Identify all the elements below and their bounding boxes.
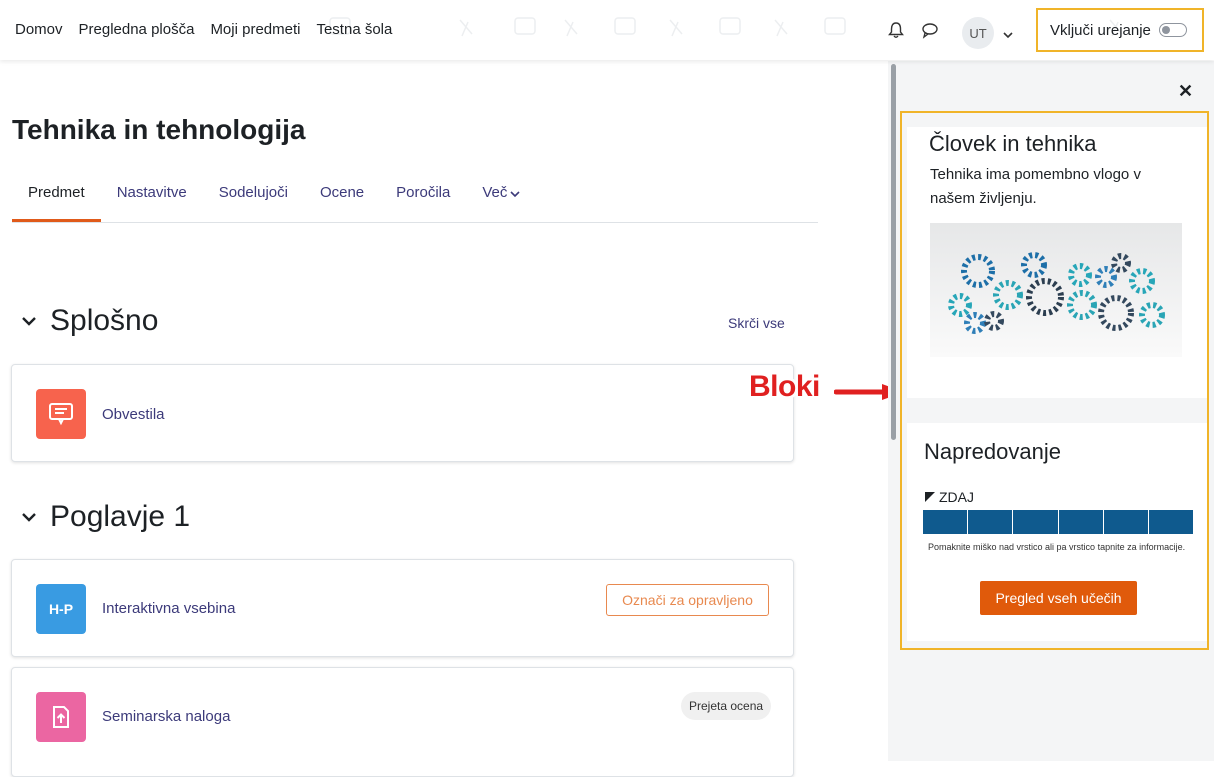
status-badge: Prejeta ocena [681,692,772,720]
nav-link-dashboard[interactable]: Pregledna plošča [71,21,203,38]
top-navbar: Domov Pregledna plošča Moji predmeti Tes… [0,0,1214,60]
forum-icon [36,389,86,439]
progress-bar[interactable] [923,510,1193,534]
block-progress: Napredovanje ZDAJ Pomaknite miško nad vr… [907,423,1207,641]
tab-more-label: Več [482,184,508,201]
nav-link-test-school[interactable]: Testna šola [308,21,400,38]
activity-link[interactable]: Obvestila [102,406,165,423]
progress-segment[interactable] [1149,510,1193,534]
section-header-general[interactable]: Splošno [18,304,158,338]
tab-settings[interactable]: Nastavitve [101,178,203,222]
mark-as-done-button[interactable]: Označi za opravljeno [606,584,769,616]
course-tabs: Predmet Nastavitve Sodelujoči Ocene Poro… [12,178,818,223]
gears-image [930,223,1182,357]
section-header-chapter-1[interactable]: Poglavje 1 [18,500,190,534]
user-avatar[interactable]: UT [962,17,994,49]
primary-navigation: Domov Pregledna plošča Moji predmeti Tes… [7,21,400,38]
nav-link-home[interactable]: Domov [7,21,71,38]
notifications-bell-icon[interactable] [884,18,908,42]
tab-reports[interactable]: Poročila [380,178,466,222]
assignment-icon [36,692,86,742]
progress-now-label: ZDAJ [939,489,974,505]
block-content: Tehnika ima pomembno vlogo v našem življ… [930,166,1141,207]
activity-link[interactable]: Interaktivna vsebina [102,600,235,617]
collapse-chevron-icon[interactable] [18,314,40,328]
block-text: Človek in tehnika Tehnika ima pomembno v… [907,127,1207,398]
activity-card: Obvestila [11,364,794,462]
close-drawer-icon[interactable]: ✕ [1178,81,1193,102]
edit-mode-label: Vključi urejanje [1050,21,1151,39]
collapse-all-link[interactable]: Skrči vse [728,315,785,331]
switch-knob [1161,26,1170,34]
section-title: Splošno [50,304,159,337]
progress-segment[interactable] [1013,510,1059,534]
gears-illustration [948,252,1165,334]
block-title: Človek in tehnika [929,131,1097,156]
tab-participants[interactable]: Sodelujoči [203,178,304,222]
edit-mode-toggle-highlight: Vključi urejanje [1036,8,1204,52]
now-marker-icon [925,492,935,502]
progress-segment[interactable] [1104,510,1149,534]
h5p-icon-label: H-P [48,601,74,617]
scrollbar[interactable] [891,64,896,440]
page-title: Tehnika in tehnologija [12,114,306,145]
messages-chat-icon[interactable] [918,18,942,42]
chevron-down-icon [510,191,520,198]
tab-course[interactable]: Predmet [12,178,101,222]
section-title: Poglavje 1 [50,500,191,533]
navbar-icons [884,18,952,42]
collapse-chevron-icon[interactable] [18,510,40,524]
block-title: Napredovanje [924,439,1061,464]
h5p-icon: H-P [36,584,86,634]
tab-grades[interactable]: Ocene [304,178,380,222]
progress-segment[interactable] [923,510,969,534]
activity-link[interactable]: Seminarska naloga [102,708,230,725]
tab-more[interactable]: Več [466,178,536,222]
progress-segment[interactable] [1059,510,1104,534]
progress-segment[interactable] [968,510,1014,534]
overview-of-students-button[interactable]: Pregled vseh učečih [980,581,1137,615]
edit-mode-switch[interactable] [1158,23,1187,37]
progress-now-marker: ZDAJ [925,489,974,505]
nav-link-my-courses[interactable]: Moji predmeti [202,21,308,38]
progress-help-text: Pomaknite miško nad vrstico ali pa vrsti… [928,542,1186,552]
user-menu-chevron-down-icon[interactable] [1003,26,1013,44]
activity-card: H-P Interaktivna vsebina Označi za oprav… [11,559,794,657]
annotation-label: Bloki [749,370,820,403]
